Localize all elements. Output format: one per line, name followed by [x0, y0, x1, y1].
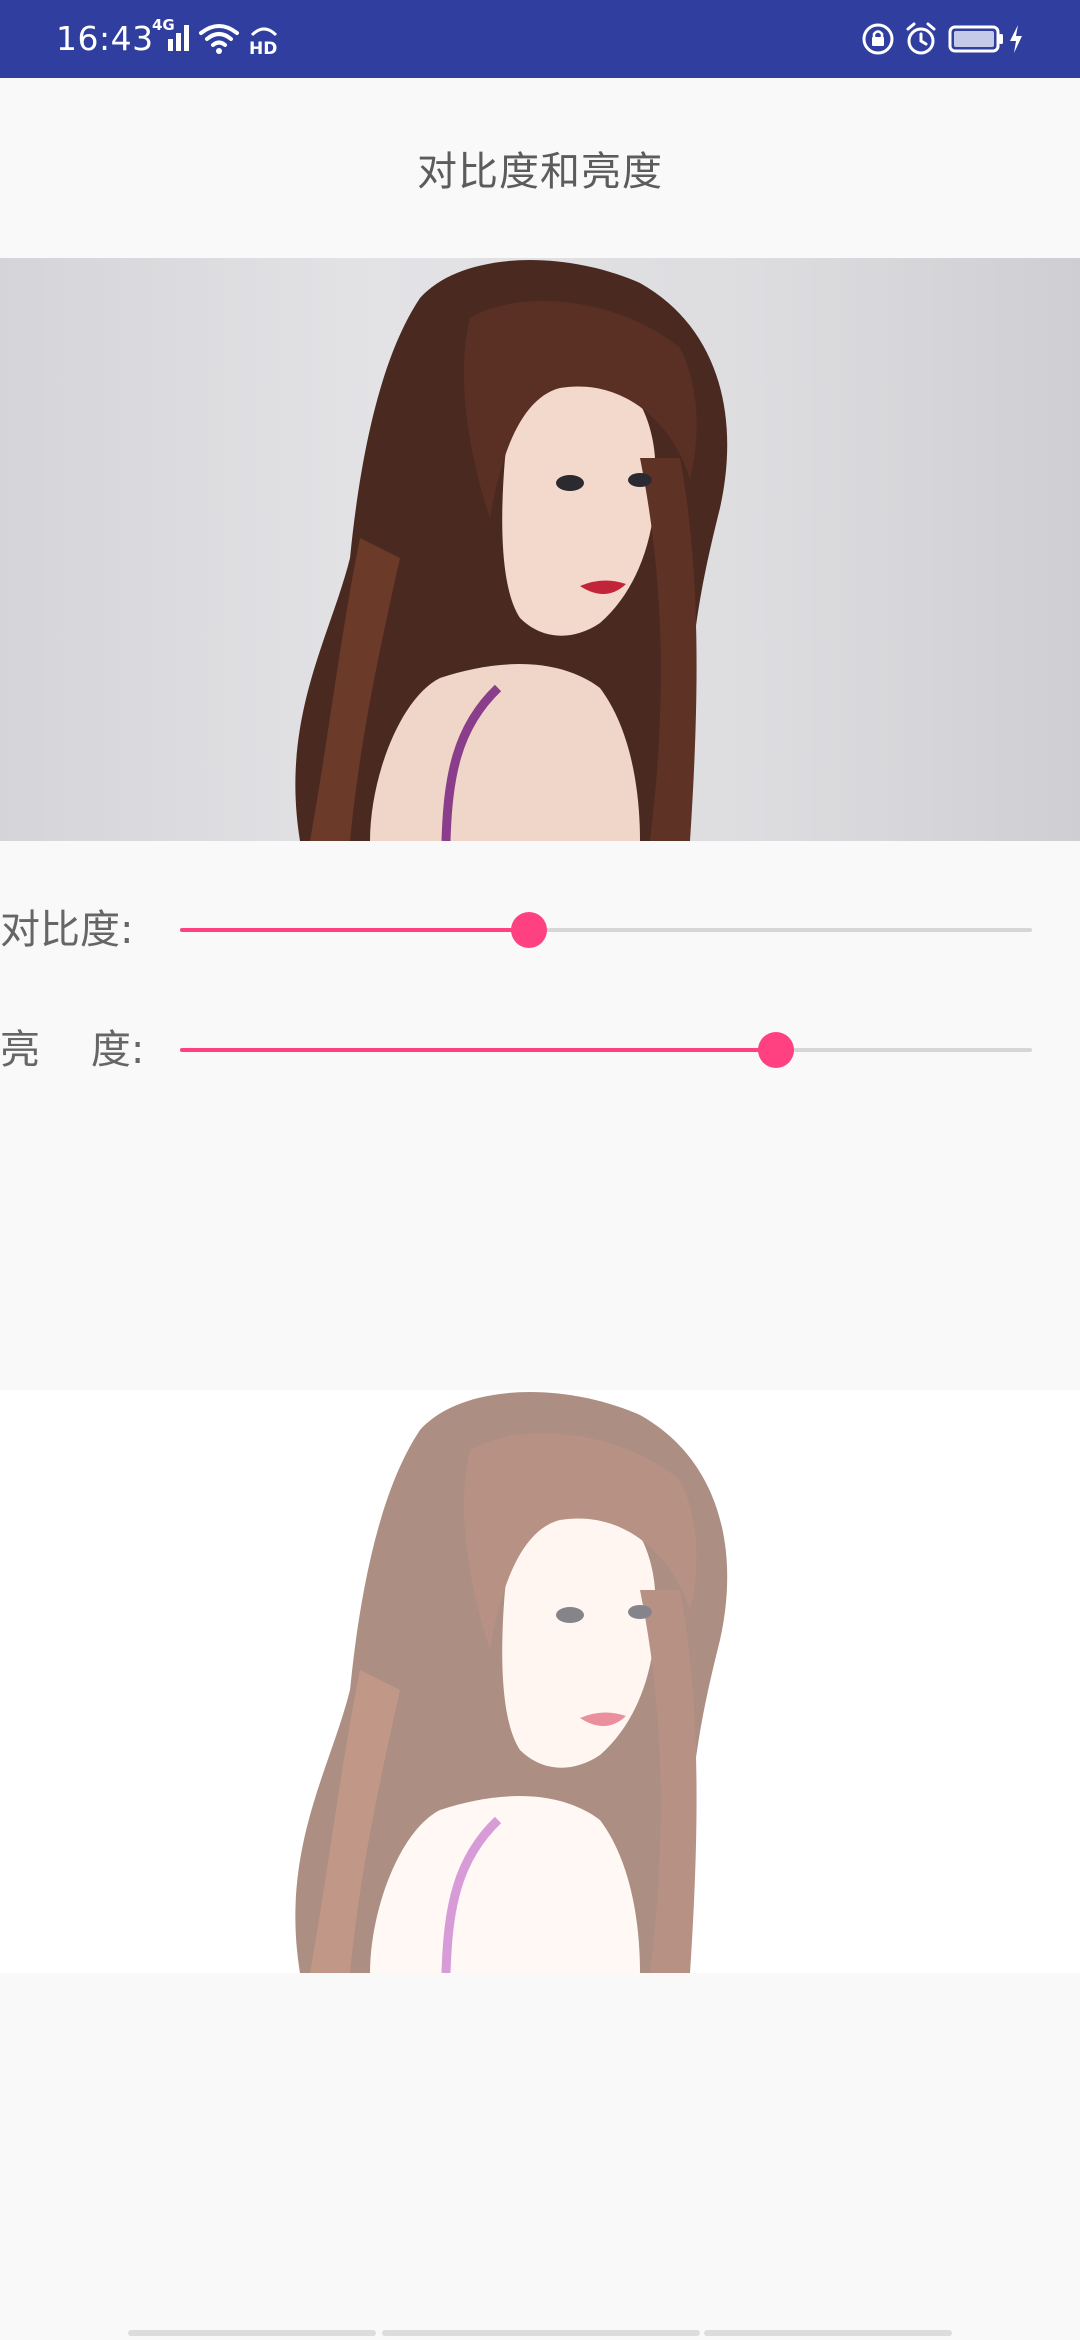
brightness-slider-row: 亮 度:	[0, 1010, 1080, 1090]
contrast-slider-row: 对比度:	[0, 890, 1080, 970]
nav-gesture-bar[interactable]	[382, 2330, 700, 2336]
charging-icon	[1006, 0, 1026, 78]
app-header: 对比度和亮度	[0, 78, 1080, 258]
brightness-slider-fill	[180, 1048, 777, 1052]
hd-icon: HD	[246, 0, 282, 78]
contrast-slider[interactable]	[180, 912, 1032, 948]
brightness-slider[interactable]	[180, 1032, 1032, 1068]
nav-gesture-bar[interactable]	[128, 2330, 376, 2336]
brightness-slider-thumb[interactable]	[758, 1032, 795, 1068]
brightness-label: 亮 度:	[0, 1027, 145, 1073]
adjusted-photo	[0, 1390, 1080, 1973]
contrast-label: 对比度:	[0, 907, 134, 953]
contrast-slider-fill	[180, 928, 530, 932]
alarm-icon	[903, 0, 939, 78]
contrast-slider-thumb[interactable]	[511, 912, 548, 948]
wifi-icon	[198, 0, 240, 78]
rotation-lock-icon	[860, 0, 896, 78]
svg-text:HD: HD	[249, 39, 277, 57]
nav-gesture-bar[interactable]	[704, 2330, 952, 2336]
status-time: 16:43	[56, 19, 154, 58]
status-bar: 16:43 4G HD	[0, 0, 1080, 78]
page-title: 对比度和亮度	[417, 149, 663, 195]
original-photo	[0, 258, 1080, 841]
signal-icon	[150, 0, 192, 78]
battery-icon	[948, 0, 1006, 78]
